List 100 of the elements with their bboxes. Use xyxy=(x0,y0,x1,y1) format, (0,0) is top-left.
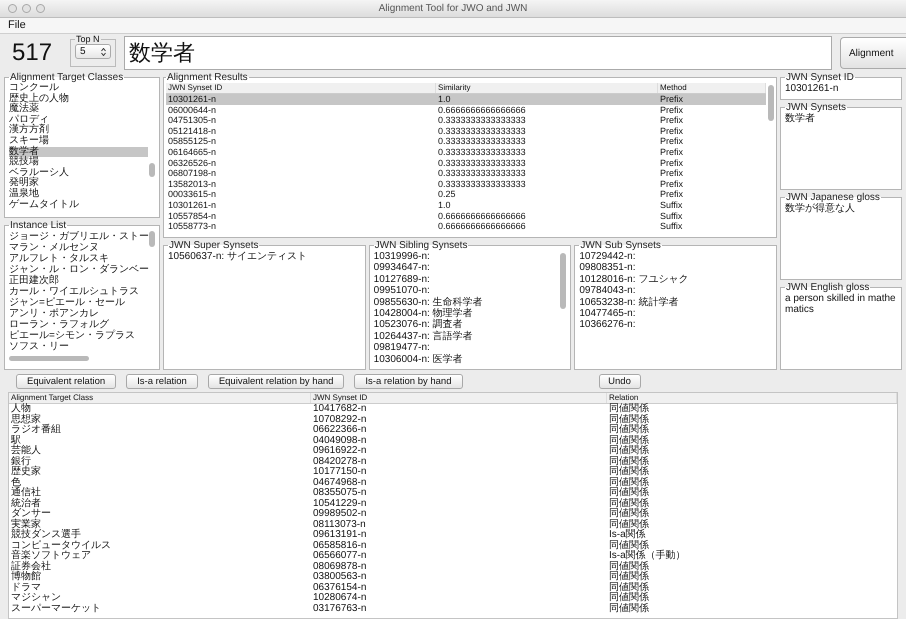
list-item[interactable]: 10653238-n: 統計学者 xyxy=(579,296,772,308)
table-cell-text: Prefix xyxy=(659,168,684,179)
relation-button[interactable]: Is-a relation by hand xyxy=(354,374,463,388)
list-item[interactable]: 発明家 xyxy=(9,178,148,189)
menu-item[interactable]: File xyxy=(8,17,26,34)
table-row[interactable]: 10301261-n 1.0 Suffix xyxy=(166,200,766,211)
column-header[interactable]: Method xyxy=(658,83,766,93)
column-header[interactable]: JWN Synset ID xyxy=(166,83,436,93)
list-item[interactable]: スキー場 xyxy=(9,136,148,147)
list-item[interactable]: ジャン=ピエール・セール xyxy=(9,297,148,308)
table-cell-text: 06164665-n xyxy=(167,146,218,158)
column-header[interactable]: Alignment Target Class xyxy=(9,393,311,403)
table-cell-text: 0.25 xyxy=(437,189,457,200)
table-cell-text: 09989502-n xyxy=(312,509,368,520)
list-item[interactable]: 09784043-n: xyxy=(579,285,772,297)
table-cell-text: 10708292-n xyxy=(312,414,368,425)
table-cell-text: 芸能人 xyxy=(10,446,42,456)
list-item[interactable]: 10729442-n: xyxy=(579,250,772,262)
scrollbar[interactable] xyxy=(560,252,566,309)
relation-button[interactable]: Equivalent relation xyxy=(16,374,116,388)
table-row[interactable]: 06000644-n 0.6666666666666666 Prefix xyxy=(166,104,766,116)
table-cell-text: Suffix xyxy=(659,210,684,222)
undo-button[interactable]: Undo xyxy=(598,374,641,388)
list-item[interactable]: 09951070-n: xyxy=(374,285,560,297)
alignment-button[interactable]: Alignment xyxy=(840,37,906,69)
list-item[interactable]: 10264437-n: 言語学者 xyxy=(374,330,560,342)
table-row[interactable]: 10557854-n 0.6666666666666666 Suffix xyxy=(166,210,766,222)
list-item[interactable]: アンリ・ポアンカレ xyxy=(9,308,148,319)
table-row[interactable]: 06807198-n 0.3333333333333333 Prefix xyxy=(166,168,766,179)
column-header[interactable]: JWN Synset ID xyxy=(311,393,607,403)
panel-title: JWN Japanese gloss xyxy=(785,193,881,203)
list-item[interactable]: 10319996-n: xyxy=(374,250,560,262)
list-item[interactable]: ジョージ・ガブリエル・ストー xyxy=(9,231,148,242)
table-row[interactable]: 06326526-n 0.3333333333333333 Prefix xyxy=(166,158,766,168)
relation-button[interactable]: Is-a relation xyxy=(126,374,198,388)
table-row[interactable]: 05121418-n 0.3333333333333333 Prefix xyxy=(166,126,766,136)
table-cell-text: 人物 xyxy=(10,404,32,414)
table-cell-text: Suffix xyxy=(659,221,684,232)
list-item[interactable]: 10477465-n: xyxy=(579,308,772,320)
table-cell-text: 06566077-n xyxy=(312,551,368,562)
list-item[interactable]: 正田建次郎 xyxy=(9,275,148,286)
table-cell-text: 同値関係 xyxy=(608,467,650,477)
scrollbar[interactable] xyxy=(149,231,155,247)
gloss-text: 数学が得意な人 xyxy=(785,203,856,214)
up-down-icon xyxy=(101,48,106,56)
list-item[interactable]: ジャン・ル・ロン・ダランベー xyxy=(9,264,148,275)
table-cell-text: 同値関係 xyxy=(608,582,650,592)
query-field[interactable]: 数学者 xyxy=(124,36,832,70)
list-item[interactable]: 10306004-n: 医学者 xyxy=(374,354,560,365)
list-item[interactable]: 温泉地 xyxy=(9,188,148,200)
table-row[interactable]: 04751305-n 0.3333333333333333 Prefix xyxy=(166,115,766,126)
list-item[interactable]: 09808351-n: xyxy=(579,262,772,274)
list-item[interactable]: 10366276-n: xyxy=(579,319,772,331)
list-item[interactable]: カール・ワイエルシュトラス xyxy=(9,286,148,297)
table-cell-text: 08069878-n xyxy=(312,562,368,572)
list-item[interactable]: 10523076-n: 調査者 xyxy=(374,319,560,331)
list-item[interactable]: 09855630-n: 生命科学者 xyxy=(374,296,560,308)
table-cell-text: コンピュータウイルス xyxy=(10,540,112,550)
relation-button[interactable]: Equivalent relation by hand xyxy=(208,374,344,388)
list-item[interactable]: 10560637-n: サイエンティスト xyxy=(168,250,361,262)
column-header[interactable]: Similarity xyxy=(436,83,658,93)
list-item[interactable]: 漢方方剤 xyxy=(9,125,148,136)
table-row[interactable]: 00033615-n 0.25 Prefix xyxy=(166,189,766,200)
table-row[interactable]: 06164665-n 0.3333333333333333 Prefix xyxy=(166,146,766,158)
list-item[interactable]: ローラン・ラフォルグ xyxy=(9,319,148,330)
list-item[interactable]: ピエール=シモン・ラプラス xyxy=(9,330,148,341)
list-item[interactable]: ゲームタイトル xyxy=(9,200,148,210)
list-item[interactable]: 09819477-n: xyxy=(374,342,560,354)
column-header[interactable]: Relation xyxy=(607,393,897,403)
table-cell-text: 同値関係 xyxy=(608,509,650,519)
list-item[interactable]: 魔法薬 xyxy=(9,104,148,115)
table-row[interactable]: 05855125-n 0.3333333333333333 Prefix xyxy=(166,136,766,147)
list-item[interactable]: マラン・メルセンヌ xyxy=(9,242,148,253)
table-row[interactable]: 10301261-n 1.0 Prefix xyxy=(166,94,766,105)
table-cell-text: 同値関係 xyxy=(608,478,650,488)
scrollbar[interactable] xyxy=(768,85,774,121)
list-item[interactable]: 09934647-n: xyxy=(374,262,560,274)
table-cell-text: 06326526-n xyxy=(167,158,218,168)
list-item[interactable]: 10428004-n: 物理学者 xyxy=(374,308,560,320)
table-cell-text: Prefix xyxy=(659,104,684,116)
list-item[interactable]: 10127689-n: xyxy=(374,274,560,286)
gloss-text: a person skilled in mathematics xyxy=(785,293,897,315)
table-cell-text: 10557854-n xyxy=(167,210,218,222)
list-item[interactable]: ソフス・リー xyxy=(9,341,148,352)
top-n-select[interactable]: 5 xyxy=(75,44,111,59)
table-cell-text: 色 xyxy=(10,478,21,488)
table-row[interactable]: 10558773-n 0.6666666666666666 Suffix xyxy=(166,221,766,232)
table-cell-text: Prefix xyxy=(659,189,684,200)
list-item[interactable]: 競技場 xyxy=(9,157,148,168)
table-cell-text: 同値関係 xyxy=(608,540,650,550)
scrollbar[interactable] xyxy=(149,163,155,177)
scrollbar[interactable] xyxy=(9,356,89,361)
list-item[interactable]: アルフレト・タルスキ xyxy=(9,253,148,264)
table-cell-text: 06622366-n xyxy=(312,425,368,436)
list-item[interactable]: 10128016-n: フユシャク xyxy=(579,274,772,286)
table-cell-text: Prefix xyxy=(659,178,684,190)
table-cell-text: 同値関係 xyxy=(608,414,650,424)
table-row[interactable]: 13582013-n 0.3333333333333333 Prefix xyxy=(166,178,766,190)
list-item[interactable]: コンクール xyxy=(9,83,148,94)
table-cell-text: Prefix xyxy=(659,126,684,136)
